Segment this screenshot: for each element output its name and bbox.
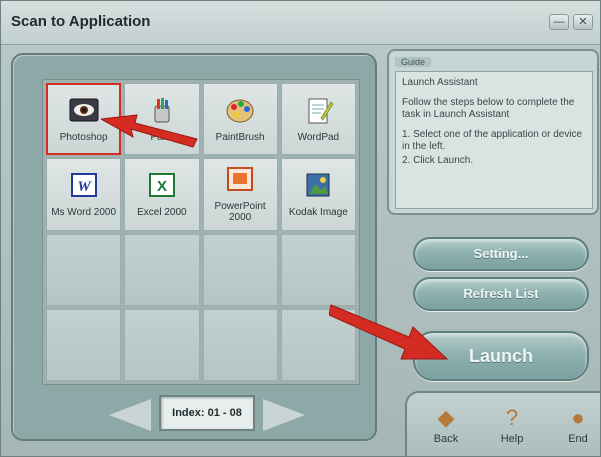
app-label: Paint [150,131,174,143]
excel-icon: X [145,171,179,201]
svg-text:X: X [157,178,167,195]
help-button[interactable]: ? Help [487,403,537,445]
empty-slot [280,233,356,306]
index-display: Index: 01 - 08 [159,395,255,431]
refresh-list-button[interactable]: Refresh List [413,277,589,311]
bottom-toolbar: ◆ Back ? Help ● End [405,391,600,456]
empty-slot [202,233,278,306]
guide-instructions: Follow the steps below to complete the t… [402,97,575,120]
wordpad-icon [301,96,335,126]
empty-slot [46,233,122,306]
app-label: Excel 2000 [137,206,187,218]
empty-slot [124,233,200,306]
paint-bucket-icon [145,96,179,126]
guide-step-2: 2. Click Launch. [402,155,474,166]
app-excel-2000[interactable]: X Excel 2000 [124,158,200,231]
minimize-button[interactable]: — [549,14,569,30]
application-grid: Photoshop Paint PaintBrush WordPad W Ms … [42,79,360,385]
back-button[interactable]: ◆ Back [421,403,471,445]
next-page-arrow-icon[interactable] [263,399,305,431]
launch-button[interactable]: Launch [413,331,589,381]
question-mark-icon: ? [505,405,519,430]
guide-text: Launch Assistant Follow the steps below … [395,71,593,209]
empty-slot [280,308,356,381]
app-label: Ms Word 2000 [51,206,117,218]
window-title: Scan to Application [11,13,151,30]
svg-text:W: W [77,179,92,195]
guide-panel: Guide Launch Assistant Follow the steps … [387,49,599,215]
guide-title: Guide [395,57,432,67]
empty-slot [46,308,122,381]
empty-slot [202,308,278,381]
end-button[interactable]: ● End [553,403,600,445]
guide-heading: Launch Assistant [402,77,478,88]
app-label: Photoshop [59,131,108,143]
palette-icon [223,96,257,126]
back-arrow-icon: ◆ [437,405,455,430]
title-bar[interactable]: Scan to Application — ✕ [1,1,600,45]
app-wordpad[interactable]: WordPad [280,83,356,156]
kodak-image-icon [301,171,335,201]
previous-page-arrow-icon[interactable] [109,399,151,431]
word-icon: W [67,171,101,201]
guide-step-1: 1. Select one of the application or devi… [402,129,583,152]
end-label: End [568,433,588,445]
app-label: PaintBrush [215,131,265,143]
close-button[interactable]: ✕ [573,14,593,30]
back-label: Back [433,433,459,445]
app-powerpoint-2000[interactable]: PowerPoint 2000 [202,158,278,231]
photoshop-eye-icon [67,96,101,126]
app-label: PowerPoint 2000 [214,201,266,224]
app-photoshop[interactable]: Photoshop [46,83,122,156]
powerpoint-icon [223,165,257,195]
app-paintbrush[interactable]: PaintBrush [202,83,278,156]
app-paint[interactable]: Paint [124,83,200,156]
setting-button[interactable]: Setting... [413,237,589,271]
app-label: WordPad [297,131,340,143]
app-ms-word-2000[interactable]: W Ms Word 2000 [46,158,122,231]
index-navigator: Index: 01 - 08 [109,395,305,435]
empty-slot [124,308,200,381]
end-power-icon: ● [571,405,585,430]
app-label: Kodak Image [288,206,348,218]
app-kodak-image[interactable]: Kodak Image [280,158,356,231]
application-panel: Photoshop Paint PaintBrush WordPad W Ms … [11,53,377,441]
scan-to-application-window: Scan to Application — ✕ Photoshop Paint … [0,0,601,457]
help-label: Help [500,433,524,445]
